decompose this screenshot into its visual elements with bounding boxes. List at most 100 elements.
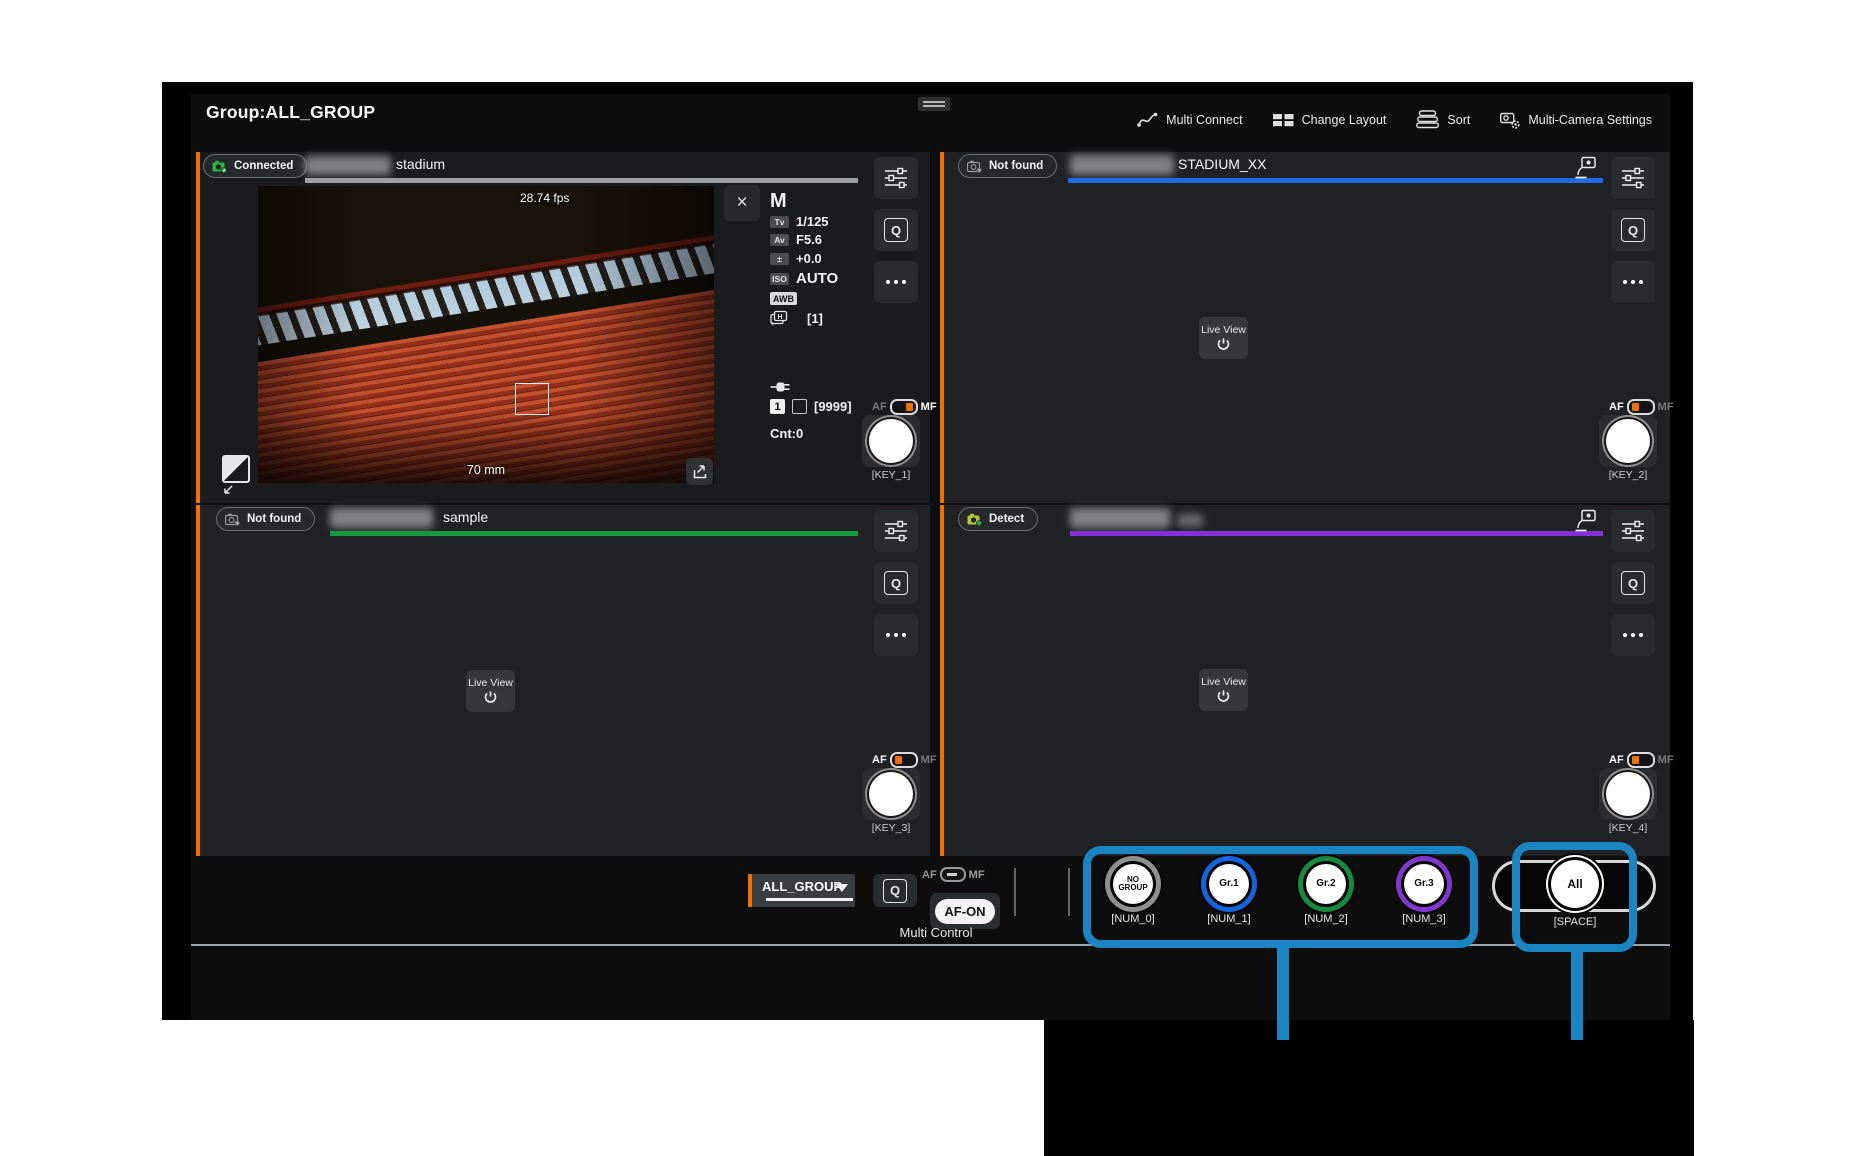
quick-menu-button-global[interactable]: Q: [873, 874, 917, 907]
checkbox-icon[interactable]: [792, 399, 807, 414]
ip-address-redacted: [1070, 508, 1170, 528]
detail-settings-button[interactable]: [1611, 157, 1655, 199]
annotation-highlight-groups: [1083, 846, 1478, 948]
annotation-leader-line: [1571, 950, 1583, 1040]
shutter-release-button[interactable]: [862, 415, 920, 467]
global-focus-mode-toggle[interactable]: AF MF: [922, 867, 985, 882]
white-balance-badge[interactable]: AWB: [770, 292, 797, 305]
live-view-label: Live View: [1201, 676, 1246, 688]
live-view-label: Live View: [468, 677, 513, 689]
shutter-release-button[interactable]: [1599, 415, 1657, 467]
dropdown-arrow-icon: [836, 884, 848, 892]
panel-accent-bar: [196, 505, 200, 856]
af-on-button[interactable]: AF-ON: [935, 899, 995, 924]
focus-mode-toggle[interactable]: AF MF: [1609, 399, 1674, 415]
aperture-value[interactable]: F5.6: [796, 232, 822, 247]
panel-accent-bar: [940, 505, 944, 856]
q-icon: Q: [1621, 218, 1645, 242]
shutter-release-button[interactable]: [862, 768, 920, 820]
annotation-black-box: [1044, 1020, 1694, 1156]
sliders-icon: [884, 167, 908, 189]
exposure-comp-value[interactable]: +0.0: [796, 251, 822, 266]
annotation-highlight-all: [1512, 842, 1637, 952]
change-layout-button[interactable]: Change Layout: [1273, 112, 1387, 128]
shot-counter: Cnt:0: [770, 426, 803, 441]
live-view-image[interactable]: 28.74 fps 70 mm: [258, 186, 714, 483]
iso-value[interactable]: AUTO: [796, 270, 838, 287]
multi-connect-button[interactable]: Multi Connect: [1136, 111, 1242, 128]
display-mode-button[interactable]: [222, 455, 250, 501]
af-label: AF: [872, 401, 887, 413]
photo-vignette: [258, 186, 714, 483]
mf-label: MF: [921, 401, 937, 413]
quick-menu-button[interactable]: Q: [1611, 209, 1655, 251]
camera-notfound-icon: ?: [967, 160, 983, 173]
drag-handle[interactable]: [918, 97, 950, 111]
card-slot-badge: 1: [770, 399, 785, 414]
more-options-button[interactable]: [874, 261, 918, 303]
arrow-down-left-icon: [222, 485, 234, 496]
focus-mode-toggle[interactable]: AF MF: [872, 752, 937, 768]
live-view-power-button[interactable]: Live View: [1199, 317, 1248, 359]
detail-settings-button[interactable]: [874, 510, 918, 552]
mf-label: MF: [1658, 754, 1674, 766]
separator: [1014, 868, 1016, 916]
shutter-release-button[interactable]: [1599, 768, 1657, 820]
sort-button[interactable]: Sort: [1416, 110, 1470, 129]
drive-mode-icon: H+: [770, 310, 792, 326]
svg-text:?: ?: [236, 521, 239, 526]
live-view-label: Live View: [1201, 324, 1246, 336]
shutter-key-label: [KEY_2]: [1593, 469, 1663, 481]
quick-menu-button[interactable]: Q: [1611, 562, 1655, 604]
close-live-view-button[interactable]: ×: [724, 185, 760, 221]
shutter-speed-value[interactable]: 1/125: [796, 214, 829, 229]
live-view-power-button[interactable]: Live View: [1199, 669, 1248, 711]
camera-name-redacted: [1177, 514, 1203, 527]
status-label: Detect: [989, 513, 1024, 525]
camera-name: STADIUM_XX: [1178, 156, 1266, 172]
sliders-icon: [884, 520, 908, 542]
multi-camera-settings-button[interactable]: Multi-Camera Settings: [1500, 111, 1652, 129]
focus-mode-toggle[interactable]: AF MF: [872, 399, 937, 415]
av-icon: Av: [770, 234, 789, 246]
exposure-comp-icon: ±: [770, 253, 789, 265]
page-title: Group:ALL_GROUP: [206, 102, 375, 123]
quick-menu-button[interactable]: Q: [874, 562, 918, 604]
more-options-icon: [1623, 280, 1643, 284]
af-label: AF: [872, 754, 887, 766]
focus-toggle-switch: [890, 752, 918, 768]
camera-panel-4: Detect Live View Q AF: [940, 505, 1670, 856]
quick-menu-button[interactable]: Q: [874, 209, 918, 251]
live-view-power-button[interactable]: Live View: [466, 670, 515, 712]
detail-settings-button[interactable]: [1611, 510, 1655, 552]
shooting-mode[interactable]: M: [770, 190, 787, 213]
af-frame[interactable]: [515, 383, 549, 415]
power-icon: [1216, 689, 1231, 704]
status-badge: ? Not found: [958, 154, 1057, 178]
export-button[interactable]: [686, 458, 713, 485]
camera-panel-2: ? Not found STADIUM_XX Live View Q: [940, 152, 1670, 503]
svg-text:+: +: [771, 322, 775, 326]
more-options-button[interactable]: [1611, 261, 1655, 303]
split-view-icon: [222, 455, 250, 483]
detail-settings-button[interactable]: [874, 157, 918, 199]
framerate-overlay: 28.74 fps: [520, 191, 569, 205]
mf-label: MF: [1658, 401, 1674, 413]
status-badge: Connected: [203, 154, 307, 178]
group-selector-value: ALL_GROUP: [762, 879, 842, 894]
status-label: Connected: [234, 160, 293, 172]
q-icon: Q: [884, 571, 908, 595]
multi-connect-label: Multi Connect: [1166, 113, 1242, 127]
more-options-button[interactable]: [1611, 614, 1655, 656]
status-label: Not found: [989, 160, 1043, 172]
focus-toggle-switch: [890, 399, 918, 415]
focus-mode-toggle[interactable]: AF MF: [1609, 752, 1674, 768]
page: Group:ALL_GROUP Multi Connect Change Lay…: [0, 0, 1875, 1156]
change-layout-label: Change Layout: [1302, 113, 1387, 127]
camera-panel-1: Connected stadium 28.74 fps 70 mm ×: [196, 152, 930, 503]
shutter-key-label: [KEY_1]: [856, 469, 926, 481]
more-options-button[interactable]: [874, 614, 918, 656]
group-selector-dropdown[interactable]: ALL_GROUP: [748, 874, 855, 907]
top-menu: Multi Connect Change Layout Sort Multi-C…: [1136, 110, 1652, 129]
status-badge: ? Not found: [216, 507, 315, 531]
